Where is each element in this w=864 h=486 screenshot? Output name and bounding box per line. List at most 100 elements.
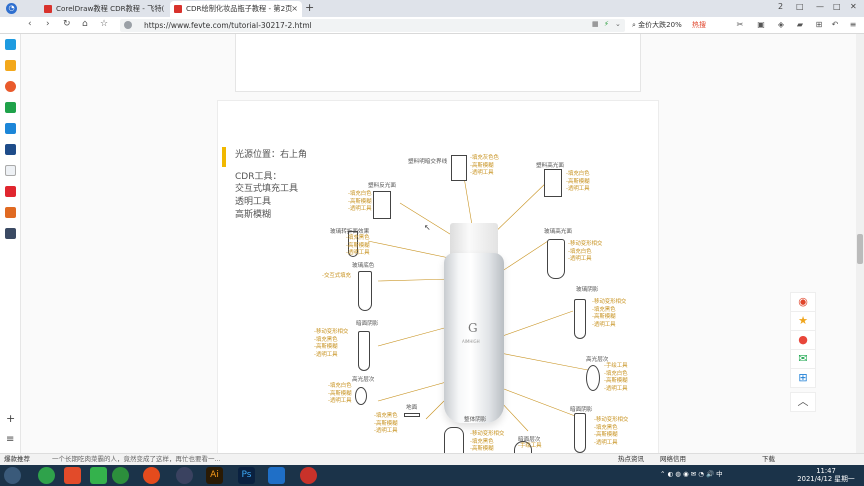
sidebar-menu-icon[interactable]: ≡ [6,434,14,445]
callout-label: 高光层次 [352,377,375,383]
thumb-glass-base [358,271,372,311]
taskbar-video-icon[interactable] [268,467,285,484]
sidebar-doc-icon[interactable] [5,165,16,176]
url-text: https://www.fevte.com/tutorial-30217-2.h… [144,21,312,30]
network-credit-link[interactable]: 网络信用 [660,454,686,465]
sidebar-red-icon[interactable] [5,186,16,197]
home-icon[interactable]: ⌂ [82,19,88,29]
tab-coreldraw[interactable]: CorelDraw教程 CDR教程 - 飞特( [40,1,172,17]
shield-icon[interactable]: ◈ [776,20,786,30]
taskbar-browser-icon[interactable] [112,467,129,484]
scroll-thumb[interactable] [857,234,863,264]
tab-bar: ◔ CorelDraw教程 CDR教程 - 飞特( CDR绘制化妆品瓶子教程 -… [0,0,864,17]
callout-sub: -填充白色 -高斯模糊 -透明工具 [566,171,590,192]
callout-label: 玻璃高光面 [544,229,572,235]
tab-cdr-bottle[interactable]: CDR绘制化妆品瓶子教程 - 第2页 × [170,1,302,17]
speed-icon[interactable]: ⚡ [604,20,609,28]
sidebar-blue-icon[interactable] [5,144,16,155]
callout-label: 暗面层次 [518,437,541,443]
callout-label: 玻璃底色 [352,263,375,269]
news-ticker[interactable]: 一个长期吃肉菜霸的人，竟然变成了这样，再忙也要看一... [52,454,221,465]
taskbar-app-icon[interactable] [176,467,193,484]
address-bar: ‹ › ↻ ⌂ ☆ https://www.fevte.com/tutorial… [0,17,864,34]
sidebar-favorites-icon[interactable] [5,60,16,71]
site-favicon-icon [44,5,52,13]
thumb-plastic-seam [451,155,467,181]
tools-icon[interactable]: ✂ [735,20,745,30]
new-tab-button[interactable]: + [305,1,314,14]
download-link[interactable]: 下载 [762,454,775,465]
taskbar-photoshop-icon[interactable]: Ps [238,467,255,484]
system-clock[interactable]: 11:47 2021/4/12 星期一 [796,467,856,483]
minimize-button[interactable]: — [816,2,824,11]
callout-sub: -填充灰色色 -高斯模糊 -透明工具 [470,155,499,176]
tab-count-badge[interactable]: 2 [778,2,783,11]
hot-search-label[interactable]: 热搜 [692,21,706,29]
bottle-brand-logo: G [468,321,478,335]
taskbar-app-icon[interactable] [38,467,55,484]
extension-icon[interactable]: ▣ [756,20,766,30]
thumb-plastic-highlight [544,169,562,197]
url-field[interactable]: https://www.fevte.com/tutorial-30217-2.h… [120,19,625,32]
sidebar-green-icon[interactable] [5,102,16,113]
taskbar-illustrator-icon[interactable]: Ai [206,467,223,484]
status-bar: 爆款推荐 一个长期吃肉菜霸的人，竟然变成了这样，再忙也要看一... 热点资讯 网… [0,453,864,465]
sidebar-app-icon[interactable] [5,39,16,50]
sidebar-weibo-icon[interactable] [5,81,16,92]
start-button-icon[interactable] [4,467,21,484]
thumb-plastic-reflect [373,191,391,219]
callout-sub: -填充白色 -高斯模糊 -透明工具 [328,383,352,404]
hot-news-link[interactable]: 热点资讯 [618,454,644,465]
back-to-top-icon[interactable]: ︿ [790,392,816,412]
browser-logo-icon[interactable]: ◔ [6,3,17,14]
thumb-highlight-level [355,387,367,405]
search-text: 金价大跌20% [638,21,682,29]
thumb-floor [404,413,420,417]
callout-sub: -移动变形相交 -填充黑色 -高斯模糊 -透明工具 [594,417,629,446]
callout-label: 高光层次 [586,357,609,363]
vertical-scrollbar[interactable] [856,34,864,454]
callout-sub: -移动变形相交 -填充白色 -透明工具 [568,241,603,262]
game-icon[interactable]: ▰ [795,20,805,30]
callout-sub: -手绘工具 -填充白色 -高斯模糊 -透明工具 [604,363,628,392]
restore-icon[interactable]: □ [796,2,804,11]
menu-icon[interactable]: ≡ [848,20,858,30]
callout-label: 塑料明暗交界线 [408,159,448,165]
weibo-share-icon[interactable]: ◉ [790,292,816,312]
add-share-icon[interactable]: ⊞ [790,368,816,388]
forward-icon[interactable]: › [46,19,50,29]
tray-icons[interactable]: ⌃ ◐ ◍ ◉ ✉ ◔ 🔊 中 [660,468,723,478]
taskbar-coreldraw-icon[interactable] [143,467,160,484]
callout-sub: -填充黑色 -高斯模糊 -透明工具 [346,235,370,256]
share-red-icon[interactable]: ● [790,330,816,350]
reload-icon[interactable]: ↻ [63,19,71,29]
apps-grid-icon[interactable]: ⊞ [814,20,824,30]
search-box[interactable]: ⌕ 金价大跌20% 热搜 [632,19,727,32]
taskbar-app-icon[interactable] [64,467,81,484]
undo-icon[interactable]: ↶ [830,20,840,30]
sidebar-add-icon[interactable]: + [6,412,15,425]
close-tab-icon[interactable]: × [291,1,298,17]
taskbar-app-icon[interactable] [300,467,317,484]
dropdown-icon[interactable]: ⌄ [615,20,621,28]
wechat-share-icon[interactable]: ✉ [790,349,816,369]
reader-icon[interactable]: ▦ [592,20,599,28]
close-window-button[interactable]: ✕ [850,2,857,11]
taskbar-app-icon[interactable] [90,467,107,484]
back-icon[interactable]: ‹ [28,19,32,29]
callout-label: 暗面阴影 [356,321,379,327]
tutorial-image-card: 光源位置：右上角 CDR工具： 交互式填充工具 透明工具 高斯模糊 G AIMH… [217,100,659,454]
bottle-brand-sub: AIMHIGH [462,339,480,344]
sidebar-orange-icon[interactable] [5,207,16,218]
thumb-dark-shadow [358,331,370,371]
callout-sub: -移动变形相交 -填充黑色 -高斯模糊 -透明工具 [592,299,627,328]
bookmark-star-icon[interactable]: ☆ [100,19,108,29]
maximize-button[interactable]: □ [833,2,841,11]
thumb-glass-shadow [574,299,586,339]
callout-label: 玻璃转折面效果 [330,229,370,235]
sidebar-p-icon[interactable] [5,123,16,134]
sidebar-dark-icon[interactable] [5,228,16,239]
callout-label: 暗面阴影 [570,407,593,413]
hot-recommend-link[interactable]: 爆款推荐 [4,454,30,465]
favorite-star-icon[interactable]: ★ [790,311,816,331]
